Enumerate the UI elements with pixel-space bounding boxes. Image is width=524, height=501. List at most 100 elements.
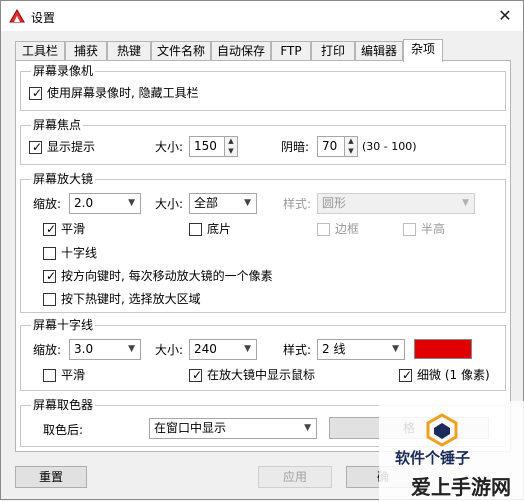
mag-smooth-label: 平滑 — [61, 222, 86, 236]
shadow-input[interactable]: 70 — [317, 136, 345, 157]
group-title: 屏幕放大镜 — [31, 172, 96, 186]
thin-label: 细微 (1 像素) — [417, 368, 490, 382]
mag-size-label: 大小: — [155, 197, 184, 211]
hotkey-select-label: 按下热键时, 选择放大区域 — [61, 292, 201, 306]
checkmark-icon: ✓ — [192, 368, 203, 382]
tab-label: 文件名称 — [156, 44, 205, 58]
app-logo-icon — [9, 9, 25, 23]
mag-zoom-value: 2.0 — [74, 196, 94, 210]
thin-checkbox[interactable]: ✓ — [399, 368, 413, 382]
cross-smooth-label: 平滑 — [61, 368, 86, 382]
apply-button[interactable]: 应用 — [258, 466, 332, 488]
focus-size-value: 150 — [194, 139, 217, 153]
cross-zoom-value: 3.0 — [74, 342, 94, 356]
reset-label: 重置 — [38, 470, 63, 484]
cross-style-select[interactable]: 2 线 ▼ — [317, 339, 405, 360]
tab-print[interactable]: 打印 — [311, 41, 355, 61]
tab-editor[interactable]: 编辑器 — [355, 41, 403, 61]
cross-size-select[interactable]: 240 ▼ — [189, 339, 257, 360]
group-title: 屏幕取色器 — [31, 398, 96, 412]
tab-label: 工具栏 — [21, 44, 58, 58]
mag-style-value: 圆形 — [322, 196, 347, 210]
tab-filename[interactable]: 文件名称 — [151, 41, 211, 61]
mag-zoom-select[interactable]: 2.0 ▼ — [69, 193, 141, 214]
chevron-down-icon: ▼ — [244, 198, 251, 208]
arrow-move-label: 按方向键时, 每次移动放大镜的一个像素 — [61, 269, 273, 283]
tab-misc[interactable]: 杂项 — [403, 39, 443, 62]
focus-size-input[interactable]: 150 — [189, 136, 225, 157]
negative-label: 底片 — [207, 222, 232, 236]
crosshair-checkbox[interactable] — [43, 247, 56, 260]
show-hint-label: 显示提示 — [47, 140, 96, 154]
checkmark-icon: ✓ — [46, 269, 57, 283]
checkmark-icon: ✓ — [32, 86, 43, 100]
spin-down-icon[interactable]: ▼ — [225, 147, 237, 156]
mag-zoom-label: 缩放: — [33, 197, 62, 211]
chevron-down-icon: ▼ — [392, 344, 399, 354]
mag-style-select[interactable]: 圆形 ▼ — [317, 193, 475, 214]
show-cursor-checkbox[interactable]: ✓ — [189, 368, 203, 382]
cross-style-value: 2 线 — [322, 342, 346, 356]
checkmark-icon: ✓ — [32, 140, 43, 154]
picker-after-value: 在窗口中显示 — [154, 421, 227, 435]
shadow-value: 70 — [322, 139, 338, 153]
tab-label: 打印 — [320, 44, 345, 58]
tab-hotkeys[interactable]: 热键 — [107, 41, 151, 61]
group-screen-magnifier: 屏幕放大镜 缩放: 2.0 ▼ 大小: 全部 ▼ 样式: 圆形 ▼ ✓ 平滑 底片 边… — [20, 172, 506, 313]
picker-after-select[interactable]: 在窗口中显示 ▼ — [149, 418, 317, 439]
translucent-checkbox[interactable] — [403, 223, 416, 236]
tab-ftp[interactable]: FTP — [271, 41, 311, 61]
translucent-label: 半高 — [421, 222, 446, 236]
mag-size-value: 全部 — [194, 196, 219, 210]
hide-toolbar-checkbox[interactable]: ✓ — [29, 86, 43, 100]
hide-toolbar-label: 使用屏幕录像时, 隐藏工具栏 — [47, 86, 199, 100]
border-checkbox[interactable] — [317, 223, 330, 236]
mag-size-select[interactable]: 全部 ▼ — [189, 193, 257, 214]
tab-label: 热键 — [116, 44, 141, 58]
checkmark-icon: ✓ — [402, 368, 413, 382]
close-button[interactable]: ✕ — [495, 6, 515, 26]
chevron-down-icon: ▼ — [128, 344, 135, 354]
show-cursor-label: 在放大镜中显示鼠标 — [207, 368, 316, 382]
cross-zoom-label: 缩放: — [33, 343, 62, 357]
arrow-move-checkbox[interactable]: ✓ — [43, 269, 57, 283]
focus-size-stepper[interactable]: ▲ ▼ — [224, 136, 238, 157]
tab-label: 编辑器 — [360, 44, 397, 58]
tab-toolbar[interactable]: 工具栏 — [15, 41, 65, 61]
cross-smooth-checkbox[interactable] — [43, 369, 56, 382]
mag-style-label: 样式: — [283, 197, 312, 211]
shadow-stepper[interactable]: ▲ ▼ — [344, 136, 358, 157]
watermark-text: 软件个锤子 — [395, 449, 471, 467]
close-icon: ✕ — [498, 6, 512, 25]
crosshair-label: 十字线 — [61, 246, 98, 260]
window-title: 设置 — [31, 11, 56, 25]
mag-smooth-checkbox[interactable]: ✓ — [43, 222, 57, 236]
tab-capture[interactable]: 捕获 — [65, 41, 107, 61]
chevron-down-icon: ▼ — [304, 423, 311, 433]
tab-panel-misc: 屏幕录像机 ✓ 使用屏幕录像时, 隐藏工具栏 屏幕焦点 ✓ 显示提示 大小: 1… — [15, 60, 511, 452]
group-title: 屏幕焦点 — [31, 118, 84, 132]
cross-zoom-select[interactable]: 3.0 ▼ — [69, 339, 141, 360]
settings-window: 设置 ✕ 工具栏 捕获 热键 文件名称 自动保存 FTP 打印 编辑器 杂项 屏… — [0, 0, 524, 501]
chevron-down-icon: ▼ — [462, 198, 469, 208]
crosshair-color-swatch[interactable] — [414, 339, 472, 359]
chevron-down-icon: ▼ — [244, 344, 251, 354]
group-title: 屏幕录像机 — [31, 64, 96, 78]
title-bar: 设置 ✕ — [1, 1, 523, 31]
reset-button[interactable]: 重置 — [15, 466, 87, 488]
focus-size-label: 大小: — [155, 140, 184, 154]
spin-down-icon[interactable]: ▼ — [345, 147, 357, 156]
tab-label: 杂项 — [410, 42, 435, 56]
picker-after-label: 取色后: — [43, 423, 84, 437]
spin-up-icon[interactable]: ▲ — [345, 137, 357, 146]
tab-autosave[interactable]: 自动保存 — [211, 41, 271, 61]
checkmark-icon: ✓ — [46, 222, 57, 236]
border-label: 边框 — [335, 222, 360, 236]
spin-up-icon[interactable]: ▲ — [225, 137, 237, 146]
group-screen-recorder: 屏幕录像机 ✓ 使用屏幕录像时, 隐藏工具栏 — [20, 64, 506, 111]
negative-checkbox[interactable] — [189, 223, 202, 236]
hotkey-select-checkbox[interactable] — [43, 293, 56, 306]
show-hint-checkbox[interactable]: ✓ — [29, 140, 43, 154]
tab-label: FTP — [280, 44, 302, 58]
tab-label: 自动保存 — [216, 44, 265, 58]
